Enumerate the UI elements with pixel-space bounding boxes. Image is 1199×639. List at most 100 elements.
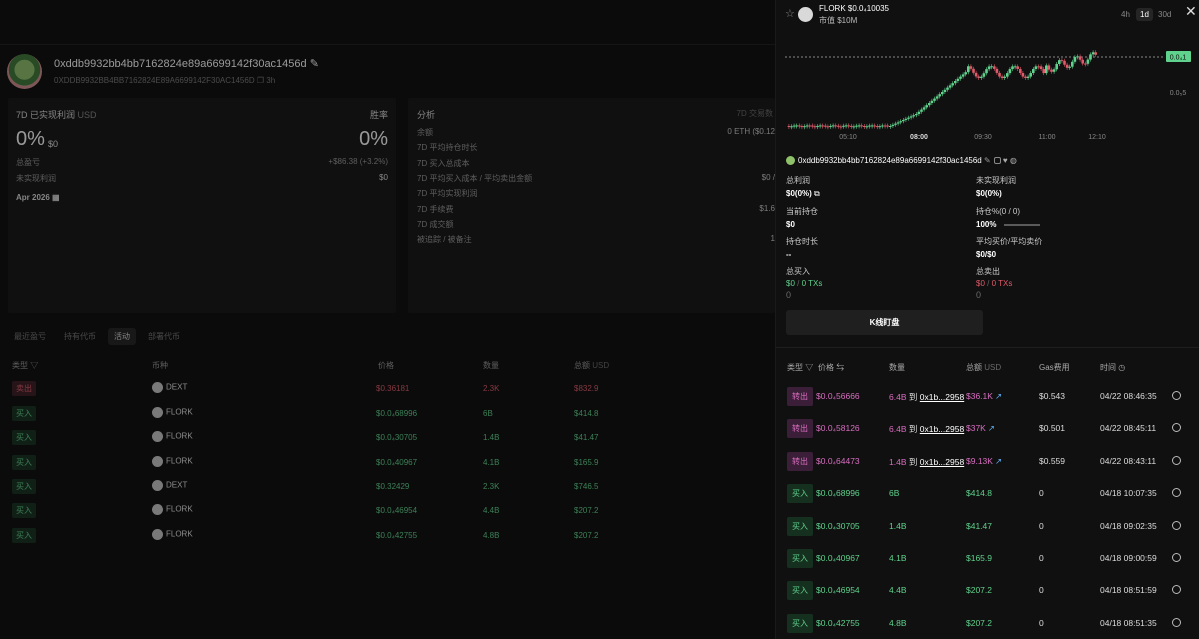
col-price[interactable]: 价格 xyxy=(378,360,394,371)
globe-icon[interactable]: ◍ xyxy=(1010,156,1017,165)
activity-tabs: 最近盈亏 持有代币 活动 部署代币 xyxy=(8,328,186,345)
candle xyxy=(969,66,973,69)
token-cell[interactable]: FLORK xyxy=(152,455,193,467)
tab-activity[interactable]: 活动 xyxy=(108,328,136,345)
explorer-icon[interactable] xyxy=(1172,617,1181,627)
filter-icon[interactable]: ▽ xyxy=(30,361,38,370)
candle xyxy=(826,126,830,128)
explorer-icon[interactable] xyxy=(1172,391,1181,400)
avatar xyxy=(786,156,795,166)
heart-icon[interactable]: ♥ xyxy=(1003,156,1008,165)
col-time[interactable]: 时间 ◷ xyxy=(1100,362,1125,373)
time-cell: 04/18 08:51:59 xyxy=(1100,585,1157,596)
total-pnl-value: +$86.38 (+3.2%) xyxy=(328,157,388,166)
trade-row[interactable]: 买入 $0.0₄30705 1.4B $41.47 0 04/18 09:02:35 xyxy=(776,510,1199,542)
token-cell[interactable]: FLORK xyxy=(152,431,193,443)
trade-row[interactable]: 买入 $0.0₄40967 4.1B $165.9 0 04/18 09:00:59 xyxy=(776,542,1199,574)
share-icon[interactable]: ⧉ xyxy=(814,189,820,198)
candle xyxy=(847,125,850,127)
candle xyxy=(852,126,856,128)
explorer-icon[interactable] xyxy=(1172,455,1181,465)
holding-bar xyxy=(1004,224,1040,226)
wallet-address-title[interactable]: 0xddb9932bb4bb7162824e89a6699142f30ac145… xyxy=(54,57,319,70)
candle xyxy=(941,92,944,95)
token-cell[interactable]: FLORK xyxy=(152,504,193,516)
destination-link[interactable]: 0x1b...2958 xyxy=(920,424,964,434)
tab-recent-pnl[interactable]: 最近盈亏 xyxy=(8,328,52,345)
edit-icon[interactable]: ✎ xyxy=(984,156,991,165)
activity-table: 类型 ▽ 币种 价格 数量 总额 USD 卖出 DEXT $0.36181 2.3K $… xyxy=(8,352,748,547)
candle xyxy=(954,81,957,84)
col-qty: 数量 xyxy=(483,361,499,370)
table-row[interactable]: 买入 FLORK $0.0₄68996 6B $414.8 xyxy=(8,401,748,425)
col-price[interactable]: 价格 ⇆ xyxy=(818,362,844,373)
candle xyxy=(1026,76,1030,78)
explorer-icon[interactable] xyxy=(1172,553,1181,562)
timeframe-1d[interactable]: 1d xyxy=(1136,8,1153,21)
trade-row[interactable]: 转出 $0.0₄64473 1.4B 到 0x1b...2958 $9.13K ↗ $0.… xyxy=(776,445,1199,477)
table-row[interactable]: 买入 FLORK $0.0₄42755 4.8B $207.2 xyxy=(8,523,748,547)
candle xyxy=(930,100,934,103)
token-logo xyxy=(152,455,163,467)
explorer-icon[interactable] xyxy=(1172,423,1181,433)
pnl-usd: $0 xyxy=(48,139,59,149)
analysis-row-label: 7D 平均持仓时长 xyxy=(417,143,478,153)
candle xyxy=(990,66,993,68)
candle xyxy=(1050,69,1053,72)
analysis-row-value: 0 ETH ($0.12 xyxy=(727,127,775,136)
trade-row[interactable]: 转出 $0.0₄58126 6.4B 到 0x1b...2958 $37K ↗ $0.50… xyxy=(776,412,1199,444)
month-picker[interactable]: Apr 2026 ▦ xyxy=(16,193,60,202)
col-type[interactable]: 类型 ▽ xyxy=(12,360,38,371)
token-cell[interactable]: DEXT xyxy=(152,479,187,491)
type-badge: 卖出 xyxy=(12,381,36,397)
timeframe-4h[interactable]: 4h xyxy=(1117,8,1134,21)
table-row[interactable]: 卖出 DEXT $0.36181 2.3K $832.9 xyxy=(8,376,748,400)
candle xyxy=(863,126,866,128)
candle xyxy=(844,125,848,127)
table-row[interactable]: 买入 FLORK $0.0₄30705 1.4B $41.47 xyxy=(8,425,748,449)
tab-deployed[interactable]: 部署代币 xyxy=(142,328,186,345)
gas-cell: 0 xyxy=(1039,488,1044,499)
copy-icon[interactable]: ❐ xyxy=(257,76,264,85)
analysis-right-label: 7D 交易数 xyxy=(736,109,773,118)
destination-link[interactable]: 0x1b...2958 xyxy=(920,457,964,467)
copy-icon[interactable] xyxy=(993,157,1001,165)
explorer-icon[interactable] xyxy=(1172,488,1181,498)
trade-row[interactable]: 买入 $0.0₄42755 4.8B $207.2 0 04/18 08:51:35 xyxy=(776,607,1199,639)
filter-icon: ▽ xyxy=(805,363,814,372)
token-logo xyxy=(152,382,163,394)
table-row[interactable]: 买入 DEXT $0.32429 2.3K $746.5 xyxy=(8,474,748,498)
close-icon[interactable]: ✕ xyxy=(1185,3,1197,20)
table-row[interactable]: 买入 FLORK $0.0₄40967 4.1B $165.9 xyxy=(8,450,748,474)
token-logo xyxy=(152,528,163,540)
holder-address[interactable]: 0xddb9932bb4bb7162824e89a6699142f30ac145… xyxy=(798,156,982,165)
destination-link[interactable]: 0x1b...2958 xyxy=(920,392,964,402)
candle xyxy=(948,85,952,88)
kline-watch-button[interactable]: K线盯盘 xyxy=(786,310,983,335)
wallet-address: 0xddb9932bb4bb7162824e89a6699142f30ac145… xyxy=(54,58,307,70)
explorer-icon[interactable] xyxy=(1172,585,1181,595)
trade-row[interactable]: 买入 $0.0₄46954 4.4B $207.2 0 04/18 08:51:59 xyxy=(776,574,1199,606)
edit-icon[interactable]: ✎ xyxy=(310,58,319,70)
explorer-icon[interactable] xyxy=(1172,520,1181,530)
trade-row[interactable]: 买入 $0.0₄68996 6B $414.8 0 04/18 10:07:35 xyxy=(776,477,1199,509)
candle xyxy=(878,126,882,128)
candle xyxy=(1073,57,1077,62)
candle xyxy=(787,126,791,127)
tab-holdings[interactable]: 持有代币 xyxy=(58,328,102,345)
star-icon[interactable]: ☆ xyxy=(785,9,795,20)
qty-cell: 4.4B xyxy=(483,506,500,516)
trade-row[interactable]: 转出 $0.0₄56666 6.4B 到 0x1b...2958 $36.1K ↗ $0.… xyxy=(776,380,1199,412)
price-cell: $0.0₄42755 xyxy=(816,617,860,628)
candle xyxy=(995,68,999,73)
price-chart[interactable]: 0.0₄1 0.0₅5 05:10 08:00 09:30 11:00 12:10 xyxy=(785,34,1191,146)
token-cell[interactable]: FLORK xyxy=(152,406,193,418)
col-total[interactable]: 总额 USD xyxy=(966,362,1001,373)
timeframe-30d[interactable]: 30d xyxy=(1154,8,1175,21)
candle xyxy=(1063,60,1066,65)
drawer-header: ☆ FLORK $0.0₄10035 市值 $10M 4h 1d 30d ✕ xyxy=(776,0,1199,30)
token-cell[interactable]: FLORK xyxy=(152,528,193,540)
token-cell[interactable]: DEXT xyxy=(152,382,187,394)
table-row[interactable]: 买入 FLORK $0.0₄46954 4.4B $207.2 xyxy=(8,498,748,522)
col-type[interactable]: 类型 ▽ xyxy=(787,362,813,373)
